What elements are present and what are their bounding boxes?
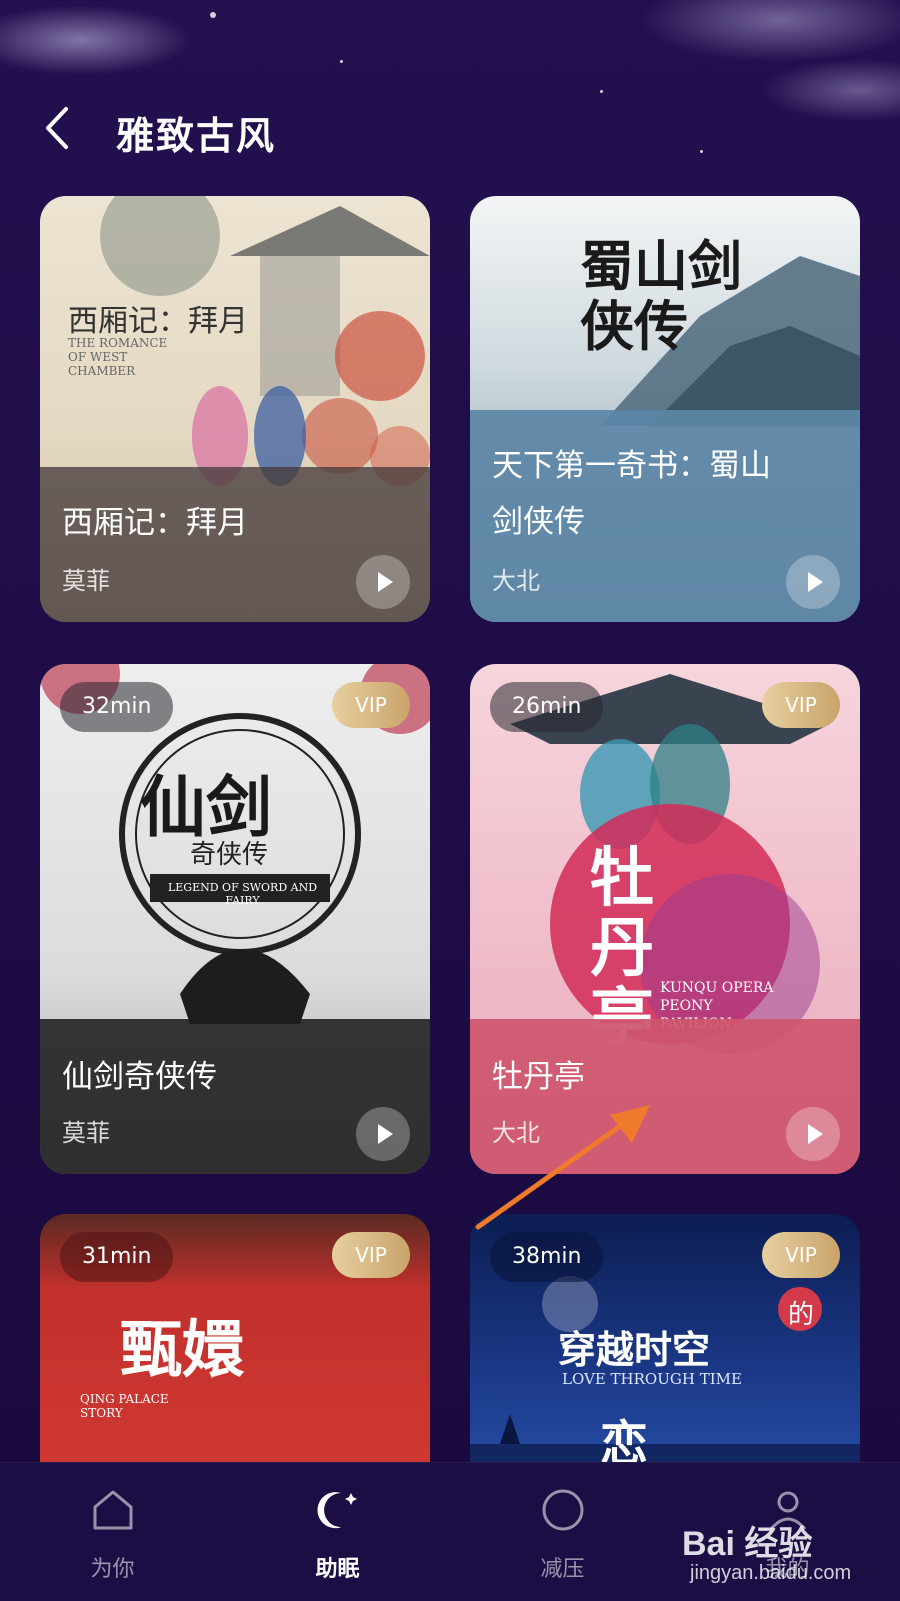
card-info-panel: 西厢记：拜月 莫菲 xyxy=(40,467,430,622)
album-card-mudanting[interactable]: 牡丹亭 KUNQU OPERA PEONY PAVILION 26min VIP… xyxy=(470,664,860,1174)
back-button[interactable] xyxy=(38,103,78,153)
album-card-xianjian[interactable]: 仙剑 奇侠传 LEGEND OF SWORD AND FAIRY 32min V… xyxy=(40,664,430,1174)
cover-subtitle-text: 奇侠传 xyxy=(190,840,269,870)
vip-badge: VIP xyxy=(762,1232,840,1278)
card-title: 天下第一奇书：蜀山剑侠传 xyxy=(492,448,771,540)
play-icon xyxy=(808,572,823,592)
card-title: 仙剑奇侠传 xyxy=(62,1059,217,1095)
cover-en-text: QING PALACE STORY xyxy=(80,1392,169,1420)
duration-badge: 32min xyxy=(60,682,174,732)
star xyxy=(210,12,216,18)
card-info-panel: 牡丹亭 大北 xyxy=(470,1019,860,1174)
play-icon xyxy=(378,1124,393,1144)
star xyxy=(340,60,343,63)
circle-icon xyxy=(542,1489,584,1531)
tab-label: 减压 xyxy=(540,1557,585,1582)
cover-de-text: 的 xyxy=(788,1300,815,1330)
card-author: 大北 xyxy=(492,1119,540,1147)
card-author: 莫菲 xyxy=(62,567,110,595)
watermark-logo: Bai 经验 xyxy=(682,1525,813,1563)
vip-badge: VIP xyxy=(332,682,410,728)
tab-relax[interactable]: 减压 xyxy=(450,1463,675,1601)
cover-banner-text: LEGEND OF SWORD AND FAIRY xyxy=(167,881,318,907)
tab-for-you[interactable]: 为你 xyxy=(0,1463,225,1601)
play-button[interactable] xyxy=(786,555,840,609)
play-icon xyxy=(808,1124,823,1144)
tab-sleep[interactable]: 助眠 xyxy=(225,1463,450,1601)
tab-label: 为你 xyxy=(90,1557,135,1582)
cover-title-text: 西厢记：拜月 xyxy=(68,304,248,339)
header-bar: 雅致古风 xyxy=(0,95,900,165)
play-button[interactable] xyxy=(356,1107,410,1161)
vip-badge: VIP xyxy=(762,682,840,728)
card-title: 西厢记：拜月 xyxy=(62,505,248,541)
tab-label: 助眠 xyxy=(315,1557,360,1582)
play-button[interactable] xyxy=(786,1107,840,1161)
star xyxy=(600,90,603,93)
page-title: 雅致古风 xyxy=(116,114,277,158)
card-author: 莫菲 xyxy=(62,1119,110,1147)
play-icon xyxy=(378,572,393,592)
duration-badge: 38min xyxy=(490,1232,604,1282)
cover-title-text: 甄嬛 xyxy=(120,1313,245,1386)
card-author: 大北 xyxy=(492,567,540,595)
album-card-shushan[interactable]: 蜀山剑侠传 天下第一奇书：蜀山剑侠传 大北 xyxy=(470,196,860,622)
home-icon xyxy=(93,1490,133,1530)
cover-en-text: LOVE THROUGH TIME xyxy=(562,1370,742,1388)
card-title: 牡丹亭 xyxy=(492,1059,585,1095)
watermark-url: jingyan.baidu.com xyxy=(690,1562,852,1584)
album-card-xixiangji[interactable]: 西厢记：拜月 THE ROMANCE OF WEST CHAMBER 西厢记：拜… xyxy=(40,196,430,622)
chevron-left-icon xyxy=(46,107,68,149)
cover-title-text: 穿越时空 xyxy=(558,1327,711,1372)
duration-badge: 26min xyxy=(490,682,604,732)
duration-badge: 31min xyxy=(60,1232,174,1282)
card-info-panel: 仙剑奇侠传 莫菲 xyxy=(40,1019,430,1174)
card-info-panel: 天下第一奇书：蜀山剑侠传 大北 xyxy=(470,410,860,622)
moon-icon xyxy=(317,1492,357,1529)
play-button[interactable] xyxy=(356,555,410,609)
cover-subtitle-text: THE ROMANCE OF WEST CHAMBER xyxy=(68,336,168,378)
vip-badge: VIP xyxy=(332,1232,410,1278)
cover-title-text: 蜀山剑侠传 xyxy=(580,234,742,358)
